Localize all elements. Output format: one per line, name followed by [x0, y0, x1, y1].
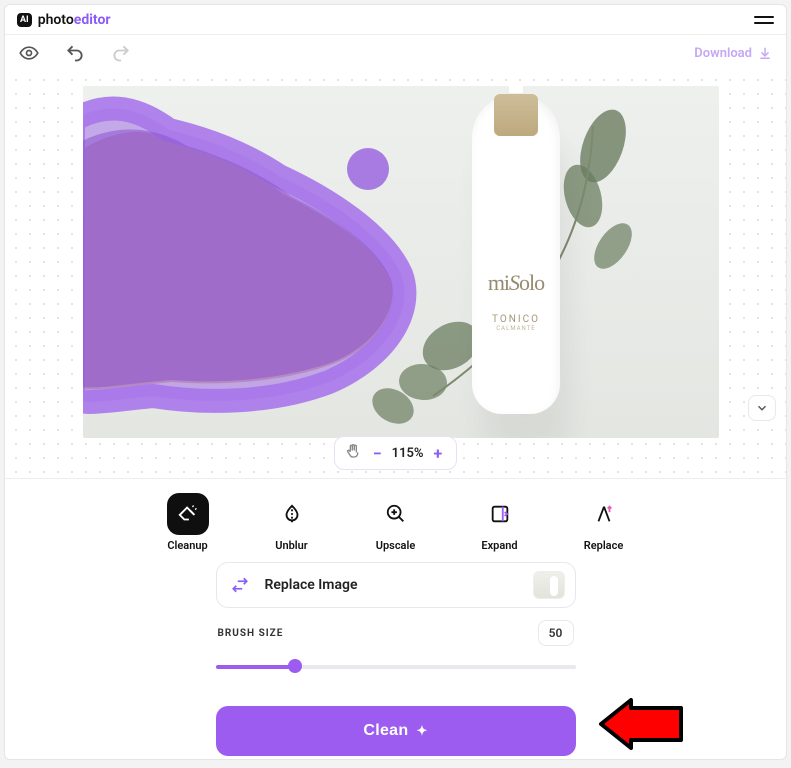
- zoom-in-icon: [385, 503, 407, 525]
- toolbar: Download: [5, 35, 786, 69]
- expand-icon: [489, 503, 511, 525]
- redo-button[interactable]: [111, 43, 131, 63]
- bottle-brand: miSolo: [472, 270, 560, 296]
- annotation-arrow: [595, 698, 685, 750]
- tab-replace[interactable]: Replace: [575, 493, 633, 552]
- clean-button[interactable]: Clean ✦: [216, 706, 576, 756]
- tab-label: Expand: [481, 539, 517, 552]
- hand-icon: [345, 443, 361, 459]
- bottle-sub2: CALMANTE: [472, 325, 560, 332]
- zoom-out-button[interactable]: −: [369, 444, 386, 463]
- undo-icon: [65, 43, 85, 63]
- undo-button[interactable]: [65, 43, 85, 63]
- zoom-control: − 115% +: [334, 436, 457, 470]
- chevron-down-icon: [755, 401, 769, 415]
- pan-tool[interactable]: [345, 443, 361, 463]
- tool-tabs: Cleanup Unblur Upscale Expand Replace: [5, 479, 786, 562]
- unblur-icon: [281, 503, 303, 525]
- swap-icon: [231, 576, 249, 594]
- brush-size-value[interactable]: 50: [538, 620, 574, 646]
- preview-button[interactable]: [19, 43, 39, 63]
- clean-button-label: Clean: [363, 722, 408, 740]
- tab-label: Unblur: [275, 539, 308, 552]
- image-thumbnail: [533, 571, 565, 599]
- replace-image-label: Replace Image: [265, 577, 521, 593]
- selection-dot: [347, 148, 389, 190]
- app-logo: AI photoeditor: [17, 12, 111, 28]
- replace-icon: [593, 503, 615, 525]
- collapse-panel-button[interactable]: [748, 395, 776, 421]
- logo-text-2: editor: [74, 12, 111, 28]
- canvas-area: miSolo TONICO CALMANTE − 115% +: [5, 69, 786, 479]
- redo-icon: [111, 43, 131, 63]
- selection-mask: [83, 86, 719, 438]
- brush-size-slider[interactable]: [216, 656, 576, 676]
- zoom-in-button[interactable]: +: [430, 444, 447, 463]
- zoom-level: 115%: [392, 446, 424, 461]
- sparkle-icon: ✦: [416, 723, 427, 739]
- tab-upscale[interactable]: Upscale: [367, 493, 425, 552]
- download-icon: [758, 46, 772, 60]
- eraser-icon: [177, 503, 199, 525]
- tab-expand[interactable]: Expand: [471, 493, 529, 552]
- app-header: AI photoeditor: [5, 5, 786, 35]
- brush-size-label: BRUSH SIZE: [218, 628, 284, 639]
- menu-button[interactable]: [754, 16, 774, 24]
- tab-cleanup[interactable]: Cleanup: [159, 493, 217, 552]
- tab-unblur[interactable]: Unblur: [263, 493, 321, 552]
- download-button[interactable]: Download: [694, 46, 772, 61]
- eye-icon: [19, 43, 39, 63]
- logo-badge: AI: [17, 13, 32, 27]
- logo-text-1: photo: [38, 12, 74, 28]
- download-label: Download: [694, 46, 752, 61]
- bottle-sub1: TONICO: [472, 314, 560, 325]
- tab-label: Replace: [584, 539, 624, 552]
- tool-panel: Replace Image BRUSH SIZE 50 Clean ✦: [216, 562, 576, 756]
- replace-image-button[interactable]: Replace Image: [216, 562, 576, 608]
- tab-label: Upscale: [376, 539, 416, 552]
- photo-bottle: miSolo TONICO CALMANTE: [472, 94, 560, 414]
- editing-image[interactable]: miSolo TONICO CALMANTE: [83, 86, 719, 438]
- tab-label: Cleanup: [167, 539, 207, 552]
